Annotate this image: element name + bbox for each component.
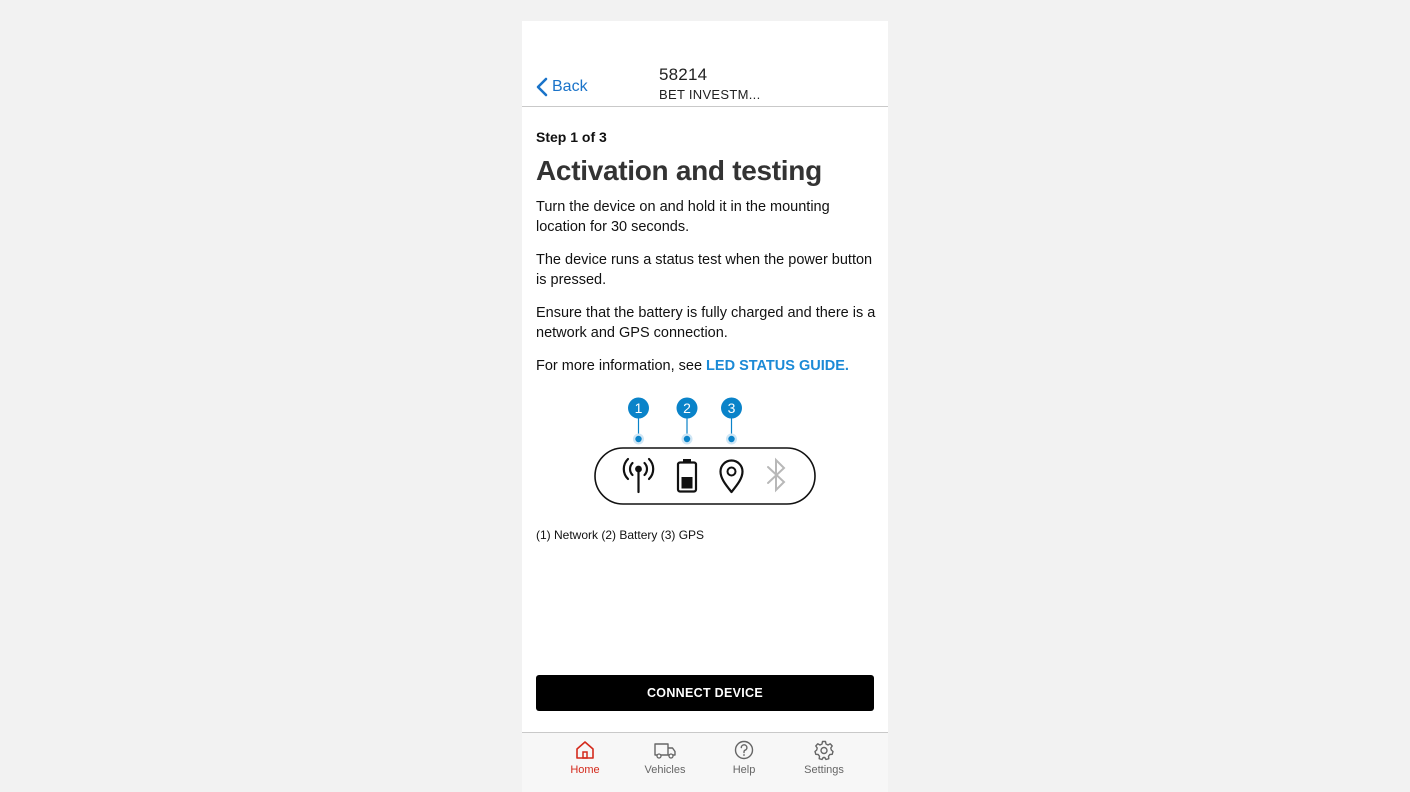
home-icon	[576, 741, 594, 759]
help-circle-icon	[734, 740, 754, 760]
gear-icon	[814, 740, 834, 761]
chevron-left-icon	[536, 77, 548, 97]
marker-gps: 3	[721, 397, 742, 445]
marker-battery: 2	[676, 397, 698, 445]
tab-home[interactable]: Home	[550, 739, 620, 776]
back-button[interactable]: Back	[536, 77, 588, 97]
diagram-caption: (1) Network (2) Battery (3) GPS	[536, 528, 705, 542]
page-title: Activation and testing	[536, 155, 822, 186]
marker-label: 2	[683, 400, 691, 416]
vehicle-title: 58214 BET INVESTM...	[659, 65, 760, 102]
tab-label: Help	[732, 764, 756, 776]
tab-settings[interactable]: Settings	[789, 739, 859, 776]
instruction-paragraph: The device runs a status test when the p…	[536, 252, 873, 288]
main-content: Step 1 of 3 Activation and testing Turn …	[536, 129, 876, 376]
more-info-text: For more information, see LED STATUS GUI…	[536, 356, 876, 376]
vehicle-name: BET INVESTM...	[659, 87, 761, 102]
led-status-diagram: 1 2 3	[594, 397, 816, 505]
bottom-tab-bar: Home Vehicles Help Settings	[522, 732, 888, 792]
marker-label: 3	[728, 400, 736, 416]
tab-label: Vehicles	[644, 764, 686, 776]
device-outline	[594, 447, 816, 505]
back-label: Back	[552, 78, 588, 95]
instruction-paragraph: Turn the device on and hold it in the mo…	[536, 199, 830, 235]
instruction-paragraph: Ensure that the battery is fully charged…	[536, 305, 876, 341]
tab-help[interactable]: Help	[709, 739, 779, 776]
marker-network: 1	[628, 397, 649, 445]
tab-vehicles[interactable]: Vehicles	[630, 739, 700, 776]
vehicle-number: 58214	[659, 65, 708, 84]
step-indicator: Step 1 of 3	[536, 129, 607, 145]
led-status-guide-link[interactable]: LED STATUS GUIDE.	[706, 358, 849, 374]
marker-label: 1	[635, 400, 643, 416]
more-info-prefix: For more information, see	[536, 358, 707, 374]
app-screen: Back 58214 BET INVESTM... Step 1 of 3 Ac…	[522, 21, 888, 792]
connect-device-button[interactable]: CONNECT DEVICE	[536, 675, 874, 711]
nav-header: Back 58214 BET INVESTM...	[522, 21, 888, 107]
truck-icon	[654, 743, 676, 759]
tab-label: Settings	[804, 764, 844, 776]
tab-label: Home	[570, 764, 600, 776]
